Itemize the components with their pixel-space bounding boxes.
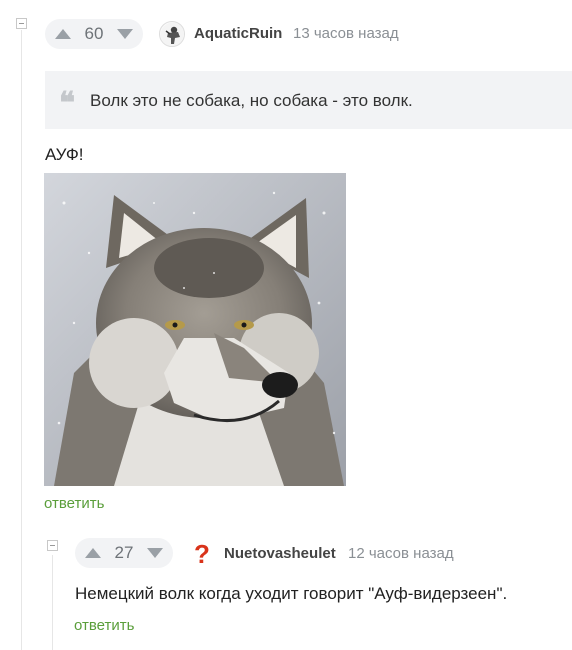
wolf-icon	[44, 173, 346, 486]
reply-timestamp[interactable]: 12 часов назад	[348, 545, 454, 562]
question-mark-icon: ?	[194, 540, 210, 566]
rating-value: 60	[84, 24, 104, 43]
arrow-down-icon[interactable]	[146, 548, 163, 558]
comment-rating: 60	[45, 19, 143, 49]
arrow-up-icon[interactable]	[85, 548, 101, 558]
reply-text: Немецкий волк когда уходит говорит "Ауф-…	[75, 584, 508, 603]
svg-text:?: ?	[194, 540, 210, 566]
quote-block: ❝ Волк это не собака, но собака - это во…	[45, 71, 572, 129]
arrow-up-icon[interactable]	[55, 29, 71, 39]
collapse-reply-button[interactable]	[47, 540, 58, 551]
arrow-down-icon[interactable]	[116, 29, 133, 39]
reply-link[interactable]: ответить	[74, 617, 134, 634]
collapse-comment-button[interactable]	[16, 18, 27, 29]
avatar[interactable]	[159, 21, 185, 47]
reply-author[interactable]: Nuetovasheulet	[224, 545, 336, 562]
quote-icon: ❝	[59, 86, 76, 121]
quote-text: Волк это не собака, но собака - это волк…	[90, 91, 413, 110]
thread-line-main	[21, 30, 22, 650]
reply-rating: 27	[75, 538, 173, 568]
comment-timestamp[interactable]: 13 часов назад	[293, 25, 399, 42]
rating-value: 27	[114, 543, 134, 562]
reply-link[interactable]: ответить	[44, 495, 104, 512]
reply-avatar[interactable]: ?	[189, 540, 215, 566]
comment-author[interactable]: AquaticRuin	[194, 25, 282, 42]
comment-text: АУФ!	[45, 145, 84, 164]
avatar-figure-icon	[160, 22, 184, 46]
thread-line-reply	[52, 555, 53, 650]
wolf-photo[interactable]	[44, 173, 346, 486]
